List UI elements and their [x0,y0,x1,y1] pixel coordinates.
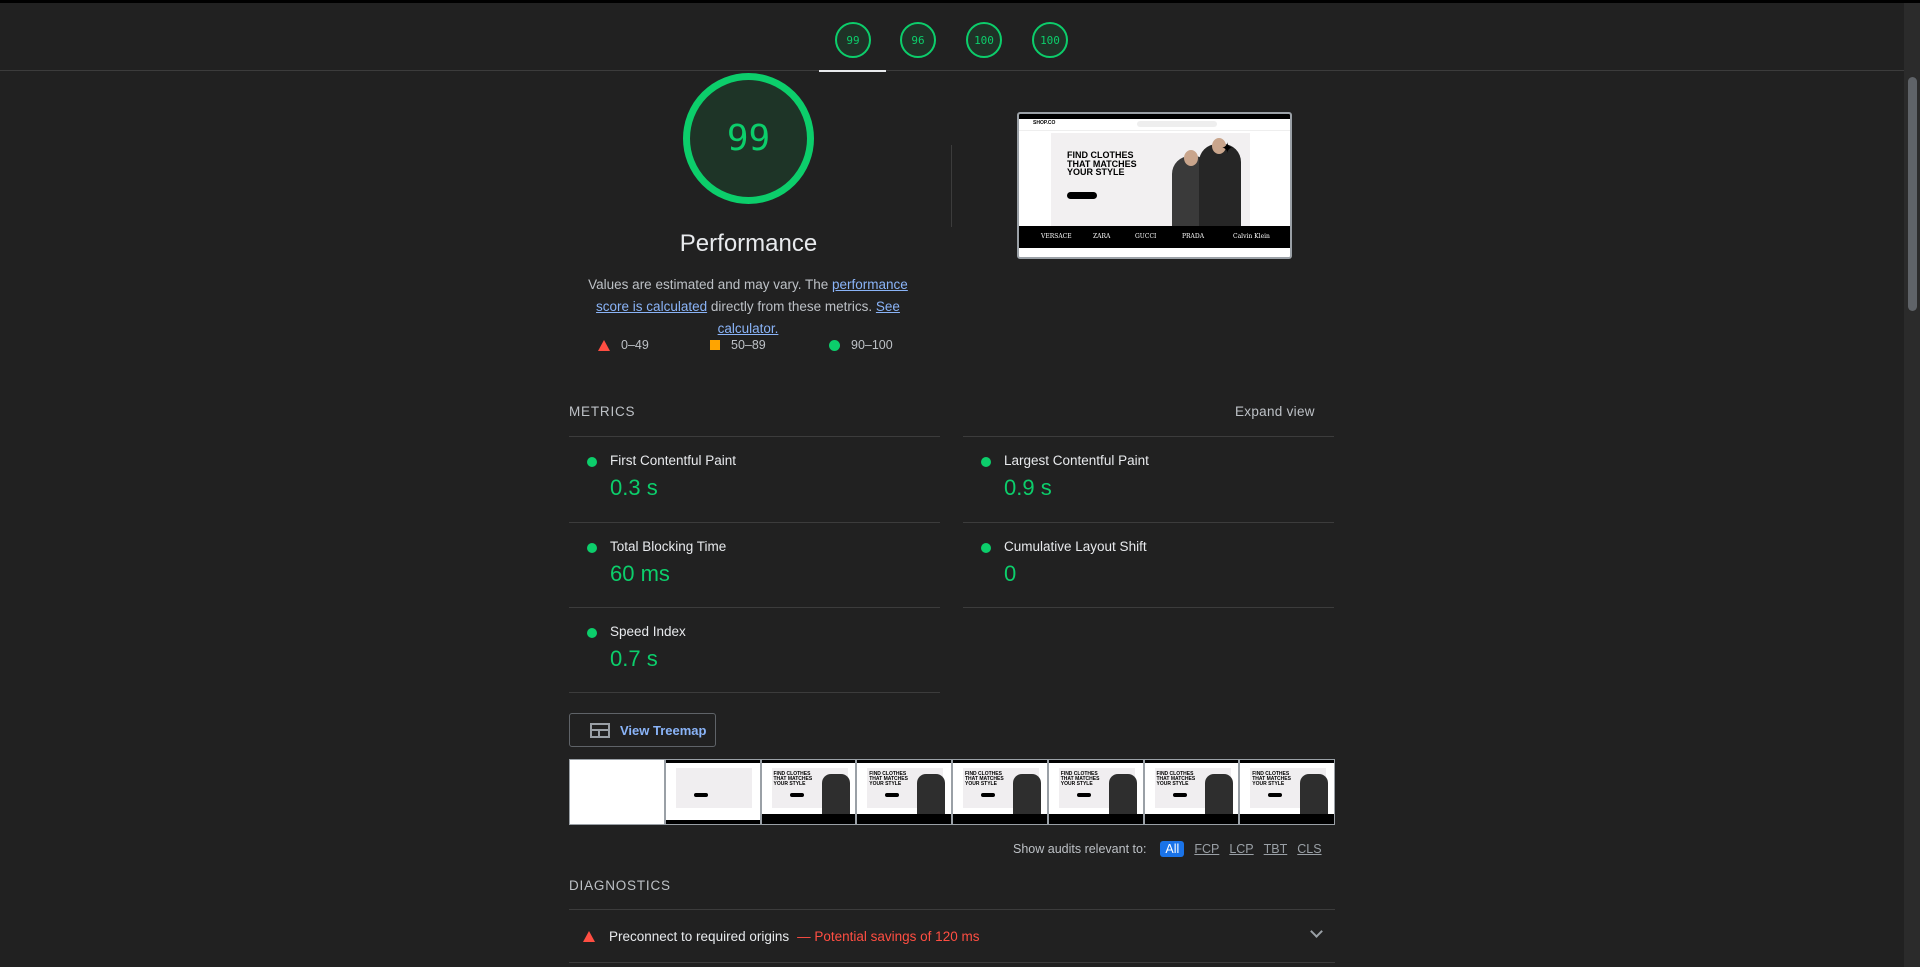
filter-chip-cls[interactable]: CLS [1297,842,1321,856]
shot-headline: FIND CLOTHES THAT MATCHES YOUR STYLE [1067,150,1137,177]
performance-gauge: 99 [683,73,814,204]
legend-average: 50–89 [710,338,766,352]
performance-title: Performance [679,230,818,257]
frame-headline: FIND CLOTHES THAT MATCHES YOUR STYLE [965,771,1004,787]
pass-circle-icon [587,457,597,467]
frame-headline: FIND CLOTHES THAT MATCHES YOUR STYLE [773,771,813,787]
filmstrip-frame [664,759,761,825]
divider [569,692,940,693]
score-header: 99 96 100 100 [0,3,1904,72]
expand-view-toggle[interactable]: Expand view [1235,404,1315,419]
filter-chip-all[interactable]: All [1160,841,1185,857]
filmstrip-frame [569,759,665,825]
score-gauge-seo[interactable]: 100 [1032,22,1068,58]
audit-preconnect[interactable]: Preconnect to required origins — Potenti… [569,910,1335,962]
shot-logo: SHOP.CO [1033,120,1056,126]
shot-brand: Calvin Klein [1233,233,1270,240]
metric-tbt: Total Blocking Time 60 ms [569,523,940,608]
metric-label: Total Blocking Time [610,539,727,554]
filmstrip-frame: FIND CLOTHES THAT MATCHES YOUR STYLE [1239,759,1335,825]
filmstrip: FIND CLOTHES THAT MATCHES YOUR STYLE FIN… [569,759,1335,825]
view-treemap-button[interactable]: View Treemap [569,713,716,747]
metric-value: 0.3 s [610,475,658,500]
frame-headline: FIND CLOTHES THAT MATCHES YOUR STYLE [1060,771,1100,787]
shot-brand: VERSACE [1041,233,1072,240]
score-gauge-best-practices[interactable]: 100 [966,22,1002,58]
metric-label: Cumulative Layout Shift [1004,539,1147,554]
metric-fcp: First Contentful Paint 0.3 s [569,437,940,522]
metric-value: 0 [1004,561,1017,586]
divider [951,145,952,227]
shot-brand: GUCCI [1135,233,1157,240]
diagnostics-title: DIAGNOSTICS [569,878,671,893]
filmstrip-frame: FIND CLOTHES THAT MATCHES YOUR STYLE [1143,759,1240,825]
shot-search [1137,121,1217,127]
final-screenshot[interactable]: SHOP.CO FIND CLOTHES THAT MATCHES YOUR S… [1017,112,1292,259]
metric-si: Speed Index 0.7 s [569,608,940,693]
metrics-title: METRICS [569,404,636,419]
treemap-label: View Treemap [620,722,707,738]
legend-fail: 0–49 [598,338,649,352]
score-gauge-performance[interactable]: 99 [835,22,871,58]
shot-button [1067,192,1097,199]
legend-pass: 90–100 [829,338,893,352]
pass-circle-icon [587,543,597,553]
scrollbar[interactable] [1904,3,1920,967]
frame-headline: FIND CLOTHES THAT MATCHES YOUR STYLE [1156,771,1196,787]
frame-headline: FIND CLOTHES THAT MATCHES YOUR STYLE [1252,771,1291,787]
metric-value: 60 ms [610,561,670,586]
filmstrip-frame: FIND CLOTHES THAT MATCHES YOUR STYLE [760,759,857,825]
scrollbar-thumb[interactable] [1908,77,1917,311]
sparkle-icon: ✦ [1221,140,1234,157]
legend-average-label: 50–89 [731,338,766,352]
filter-label: Show audits relevant to: [1013,842,1147,856]
circle-icon [829,339,840,351]
pass-circle-icon [981,457,991,467]
triangle-icon [598,339,610,351]
pass-circle-icon [981,543,991,553]
divider [569,962,1335,963]
audit-savings: — Potential savings of 120 ms [797,928,980,944]
treemap-icon [590,722,610,738]
filter-chip-fcp[interactable]: FCP [1194,842,1219,856]
desc-text-2: directly from these metrics. [707,299,876,314]
chevron-down-icon[interactable] [1310,925,1323,938]
metric-value: 0.7 s [610,646,658,671]
shot-face-1 [1184,150,1198,166]
performance-description: Values are estimated and may vary. The p… [570,274,926,340]
audit-title: Preconnect to required origins [609,928,790,944]
legend-fail-label: 0–49 [621,338,649,352]
desc-text-1: Values are estimated and may vary. The [588,277,833,292]
filter-chip-lcp[interactable]: LCP [1229,842,1253,856]
metric-value: 0.9 s [1004,475,1052,500]
shot-brand: ZARA [1093,233,1111,240]
shot-person-2 [1199,144,1241,226]
filmstrip-frame: FIND CLOTHES THAT MATCHES YOUR STYLE [952,759,1048,825]
pass-circle-icon [587,628,597,638]
filmstrip-frame: FIND CLOTHES THAT MATCHES YOUR STYLE [1047,759,1144,825]
metric-label: First Contentful Paint [610,453,737,468]
metric-cls: Cumulative Layout Shift 0 [963,523,1334,608]
metric-label: Largest Contentful Paint [1004,453,1149,468]
metric-label: Speed Index [610,624,686,639]
filter-chip-tbt[interactable]: TBT [1264,842,1288,856]
frame-headline: FIND CLOTHES THAT MATCHES YOUR STYLE [869,771,908,787]
fail-triangle-icon [583,930,595,942]
divider [963,607,1334,608]
legend-pass-label: 90–100 [851,338,893,352]
shot-brand: PRADA [1182,233,1205,240]
audit-filter: Show audits relevant to: All FCP LCP TBT… [1013,841,1332,857]
active-tab-indicator [819,70,886,72]
filmstrip-frame: FIND CLOTHES THAT MATCHES YOUR STYLE [856,759,952,825]
square-icon [710,340,720,350]
score-gauge-accessibility[interactable]: 96 [900,22,936,58]
metric-lcp: Largest Contentful Paint 0.9 s [963,437,1334,522]
performance-score: 99 [726,118,771,159]
